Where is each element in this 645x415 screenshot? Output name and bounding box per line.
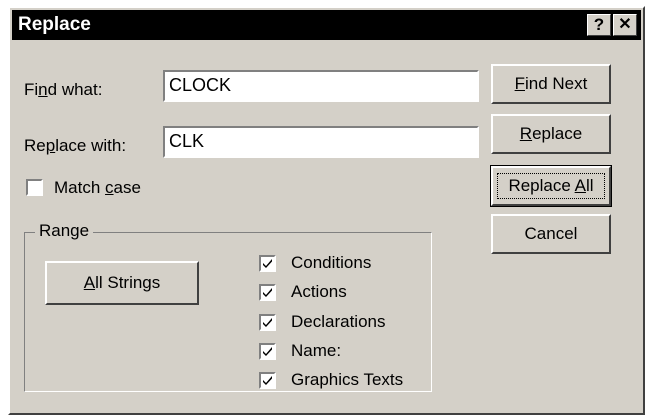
match-case-checkbox[interactable] [26,179,43,196]
replace-all-button[interactable]: Replace All [490,165,612,207]
checkmark-icon [263,288,272,297]
actions-label: Actions [291,282,347,301]
find-what-input[interactable]: CLOCK [163,70,479,102]
cancel-button[interactable]: Cancel [491,214,611,254]
name-checkbox[interactable] [259,343,276,360]
declarations-label: Declarations [291,312,386,331]
range-group: Range All Strings Conditions Actions Dec… [24,221,432,392]
match-case-label: Match case [54,178,141,197]
focus-ring [497,173,605,199]
conditions-label: Conditions [291,253,372,272]
checkmark-icon [263,347,272,356]
checkmark-icon [263,376,272,385]
replace-button[interactable]: Replace [491,114,611,154]
title-bar[interactable]: Replace ? ✕ [12,10,641,40]
checkmark-icon [263,318,272,327]
replace-with-input[interactable]: CLK [163,126,479,158]
all-strings-button[interactable]: All Strings [45,261,199,305]
declarations-checkbox[interactable] [259,314,276,331]
range-legend: Range [35,221,94,241]
conditions-checkbox[interactable] [259,255,276,272]
name-label: Name: [291,341,342,360]
find-next-button[interactable]: Find Next [491,64,611,104]
close-button[interactable]: ✕ [613,14,637,36]
graphics-texts-label: Graphics Texts [291,370,404,389]
graphics-texts-checkbox[interactable] [259,372,276,389]
replace-dialog: Replace ? ✕ Find what: CLOCK Replace wit… [8,6,645,415]
help-button[interactable]: ? [587,14,611,36]
checkmark-icon [263,259,272,268]
replace-with-label: Replace with: [24,136,127,155]
find-what-label: Find what: [24,80,103,99]
dialog-title: Replace [18,14,91,35]
actions-checkbox[interactable] [259,284,276,301]
